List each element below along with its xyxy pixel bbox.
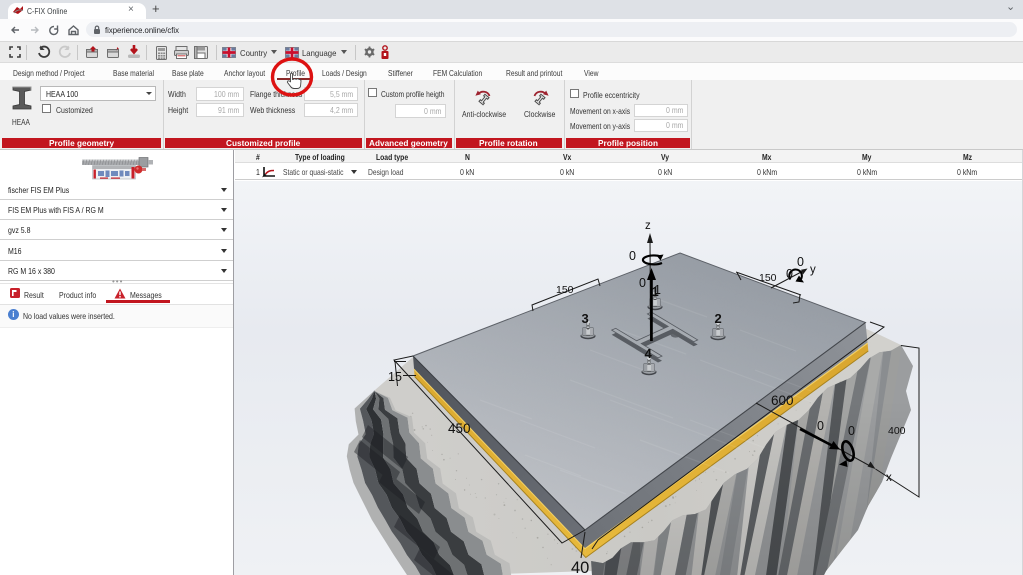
svg-text:z: z — [645, 220, 651, 232]
svg-text:15: 15 — [388, 370, 402, 384]
svg-text:400: 400 — [888, 425, 906, 437]
svg-text:x: x — [886, 472, 892, 484]
svg-text:2: 2 — [715, 311, 722, 326]
svg-text:0: 0 — [848, 424, 855, 438]
svg-text:0: 0 — [817, 419, 824, 433]
svg-text:3: 3 — [582, 311, 589, 326]
svg-text:y: y — [810, 264, 816, 276]
svg-text:40: 40 — [571, 559, 589, 575]
svg-text:600: 600 — [771, 393, 794, 408]
svg-text:450: 450 — [448, 421, 471, 436]
svg-text:0: 0 — [797, 255, 804, 269]
svg-text:0: 0 — [639, 276, 646, 290]
svg-text:0: 0 — [786, 267, 793, 281]
svg-text:150: 150 — [759, 272, 777, 284]
svg-text:4: 4 — [645, 346, 653, 361]
svg-text:0: 0 — [629, 249, 636, 263]
svg-text:150: 150 — [556, 284, 574, 296]
